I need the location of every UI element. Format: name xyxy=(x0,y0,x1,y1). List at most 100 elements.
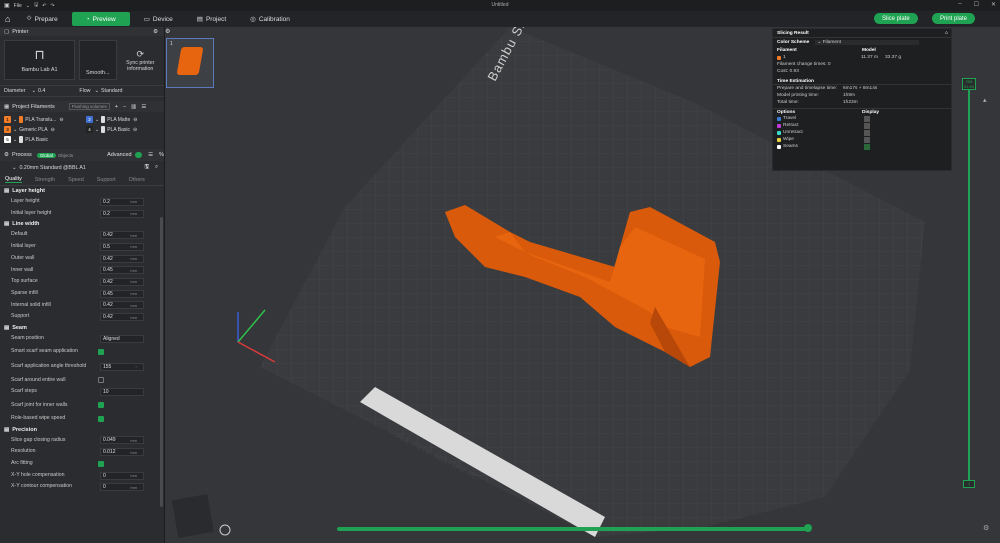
layer-slider[interactable]: 258 51.60 1 xyxy=(962,78,976,490)
print-plate-button[interactable]: Print plate xyxy=(932,13,976,24)
add-icon[interactable]: + xyxy=(115,104,118,110)
filament-header: Filament Model xyxy=(773,47,951,54)
main-nav: ⌂ ⟐ Prepare ◔ Preview ▭ Device ▤ Project ◎ Ca… xyxy=(0,11,1000,27)
flushing-volumes-button[interactable]: Flushing volumes xyxy=(68,103,110,110)
setting-input[interactable]: 0.42 mm xyxy=(100,254,144,263)
setting-input[interactable]: 155 ° xyxy=(100,363,144,372)
sidebar-scrollbar[interactable] xyxy=(160,217,163,507)
group-title: Line width xyxy=(12,221,40,228)
setting-input[interactable]: 0.049 mm xyxy=(100,436,144,445)
tab-strength[interactable]: Strength xyxy=(35,177,55,183)
model-time-row: Model printing time: 1h8m xyxy=(773,92,951,99)
option-display-checkbox[interactable] xyxy=(864,122,870,129)
prepare-icon: ⟐ xyxy=(26,15,32,22)
list-icon[interactable]: ☰ xyxy=(141,104,146,110)
remove-icon[interactable]: − xyxy=(123,104,126,110)
setting-input[interactable]: Aligned xyxy=(100,334,144,343)
camera-icon[interactable] xyxy=(219,524,231,536)
advanced-switch[interactable] xyxy=(134,152,143,158)
close-icon[interactable]: ✕ xyxy=(991,1,996,8)
filament-swatch[interactable]: 5 xyxy=(4,136,11,143)
search-icon[interactable]: ⌕ xyxy=(155,164,158,171)
view-cube[interactable] xyxy=(171,494,214,538)
setting-checkbox[interactable] xyxy=(98,460,104,467)
diameter-value[interactable]: 0.4 xyxy=(38,88,45,94)
remove-circle-icon[interactable]: ⊖ xyxy=(59,117,63,123)
setting-input[interactable]: 0.2 mm xyxy=(100,209,144,218)
setting-input[interactable]: 0.42 mm xyxy=(100,231,144,240)
chevron-down-icon[interactable]: ⌄ xyxy=(32,88,36,94)
filament-item[interactable]: 2 ⌄ PLA Matte ⊖ xyxy=(86,116,164,123)
maximize-icon[interactable]: ☐ xyxy=(974,1,979,8)
tab-project[interactable]: ▤ Project xyxy=(187,12,236,26)
layer-top-label[interactable]: 258 51.60 xyxy=(962,78,976,90)
collapse-icon[interactable]: ⌂ xyxy=(945,31,948,36)
remove-circle-icon[interactable]: ⊖ xyxy=(133,127,137,133)
settings-icon[interactable]: ⚙ xyxy=(153,29,158,35)
filament-swatch[interactable]: 4 xyxy=(86,126,93,133)
option-display-checkbox[interactable] xyxy=(864,115,870,122)
tab-calibration[interactable]: ◎ Calibration xyxy=(240,12,300,26)
slice-plate-button[interactable]: Slice plate xyxy=(874,13,918,24)
setting-input[interactable]: 0.45 mm xyxy=(100,289,144,298)
percent-icon[interactable]: % xyxy=(159,152,164,158)
filament-item[interactable]: 3 ⌄ Generic PLA ⊖ xyxy=(4,126,86,133)
plate-thumbnail[interactable]: 1 xyxy=(166,38,214,88)
tab-support[interactable]: Support xyxy=(97,177,116,183)
sync-filament-icon[interactable]: ▥ xyxy=(131,104,136,110)
tab-device[interactable]: ▭ Device xyxy=(134,12,183,26)
option-name: Seams xyxy=(783,144,798,149)
tab-prepare[interactable]: ⟐ Prepare xyxy=(16,12,67,26)
sync-printer-button[interactable]: ⟳ Sync printer information xyxy=(121,40,160,80)
option-display-checkbox[interactable] xyxy=(864,143,870,150)
flow-value[interactable]: Standard xyxy=(101,88,123,94)
filament-swatch[interactable]: 2 xyxy=(86,116,93,123)
filament-swatch[interactable]: 3 xyxy=(4,126,11,133)
setting-input[interactable]: 0 mm xyxy=(100,483,144,492)
setting-checkbox[interactable] xyxy=(98,415,104,422)
option-display-checkbox[interactable] xyxy=(864,136,870,143)
global-toggle[interactable]: Global xyxy=(36,152,56,158)
setting-checkbox[interactable] xyxy=(98,377,104,384)
tab-preview[interactable]: ◔ Preview xyxy=(71,12,130,26)
tab-speed[interactable]: Speed xyxy=(68,177,84,183)
setting-input[interactable]: 0.2 mm xyxy=(100,197,144,206)
setting-input[interactable]: 0.45 mm xyxy=(100,266,144,275)
move-slider[interactable] xyxy=(337,524,812,532)
remove-circle-icon[interactable]: ⊖ xyxy=(51,127,55,133)
tab-others[interactable]: Others xyxy=(129,177,145,183)
plate-selector[interactable]: Smooth... xyxy=(79,40,117,80)
setting-input[interactable]: 0.42 mm xyxy=(100,313,144,322)
filament-item[interactable]: 5 ⌄ PLA Basic xyxy=(4,136,86,143)
setting-input[interactable]: 0.012 mm xyxy=(100,448,144,457)
filament-item[interactable]: 1 ⌄ PLA Translu... ⊖ xyxy=(4,116,86,123)
option-display-checkbox[interactable] xyxy=(864,129,870,136)
color-scheme-select[interactable]: ⌄ Filament xyxy=(815,40,920,45)
chevron-down-icon[interactable]: ⌄ xyxy=(95,88,99,94)
move-slider-handle[interactable] xyxy=(804,524,812,532)
layer-up-icon[interactable]: ▴ xyxy=(983,96,987,104)
remove-circle-icon[interactable]: ⊖ xyxy=(133,117,137,123)
tab-quality[interactable]: Quality xyxy=(5,176,22,183)
plate-number: 1 xyxy=(170,41,173,47)
preset-selector[interactable]: ⌄ 0.20mm Standard @BBL A1 🖫 ⌕ xyxy=(0,161,164,174)
setting-input[interactable]: 0 mm xyxy=(100,471,144,480)
home-icon[interactable]: ⌂ xyxy=(5,14,10,24)
layer-bottom-label[interactable]: 1 xyxy=(963,480,975,488)
setting-input[interactable]: 0.5 mm xyxy=(100,242,144,251)
compare-icon[interactable]: ☰ xyxy=(148,152,153,158)
settings-icon[interactable]: ⚙ xyxy=(165,28,170,35)
setting-input[interactable]: 0.42 mm xyxy=(100,277,144,286)
objects-toggle[interactable]: Objects xyxy=(58,153,73,158)
minimize-icon[interactable]: – xyxy=(958,1,961,8)
setting-checkbox[interactable] xyxy=(98,349,104,356)
filament-item[interactable]: 4 ⌄ PLA Basic ⊖ xyxy=(86,126,164,133)
filament-swatch[interactable]: 1 xyxy=(4,116,11,123)
setting-checkbox[interactable] xyxy=(98,402,104,409)
setting-input[interactable]: 10 xyxy=(100,388,144,397)
save-preset-icon[interactable]: 🖫 xyxy=(145,163,150,172)
option-name: Wipe xyxy=(783,137,794,142)
settings-gear-icon[interactable]: ⚙ xyxy=(983,524,989,532)
setting-input[interactable]: 0.42 mm xyxy=(100,301,144,310)
printer-selector[interactable]: ⊓ Bambu Lab A1 xyxy=(4,40,76,80)
